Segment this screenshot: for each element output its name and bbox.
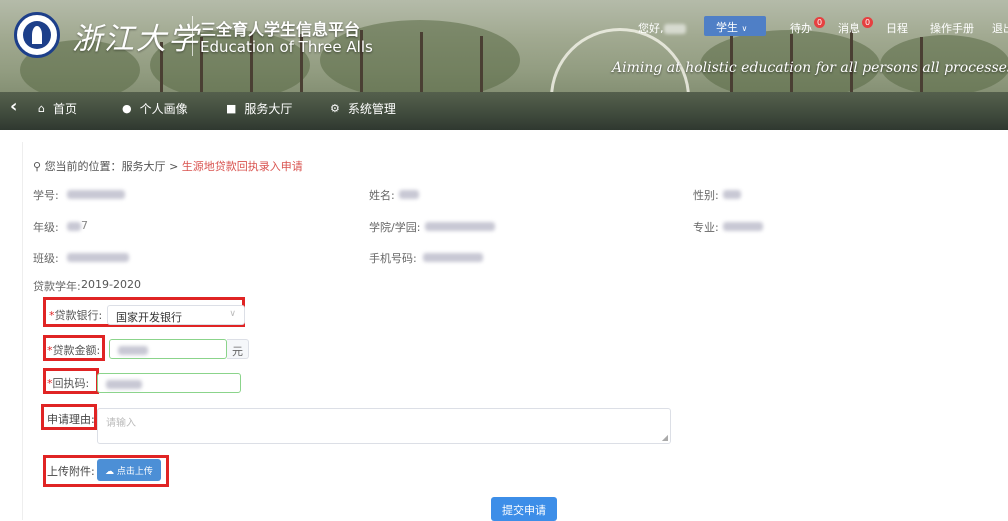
nav-item-profile[interactable]: ● 个人画像 [122,100,188,117]
bank-label: *贷款银行: [49,307,102,323]
breadcrumb-current: 生源地贷款回执录入申请 [181,160,303,173]
receipt-label: *回执码: [47,375,89,391]
bank-select-value: 国家开发银行 [116,311,182,324]
upload-button-label: 点击上传 [116,467,153,477]
phone-value [423,250,483,263]
receipt-label-text: 回执码: [52,377,90,390]
user-name-redacted [663,24,686,34]
role-select[interactable]: 学生 ∨ [704,16,766,36]
bank-select[interactable]: 国家开发银行 ∨ [107,305,245,325]
nav-item-service-hall[interactable]: ■ 服务大厅 [226,100,292,117]
page-header: 浙江大学 三全育人学生信息平台 Education of Three Alls … [0,0,1008,130]
reason-label: 申请理由: [47,413,95,426]
chevron-left-icon[interactable]: ‹ [10,96,17,117]
grade-label: 年级: [33,221,59,234]
nav-item-home[interactable]: ⌂ 首页 [38,100,77,117]
breadcrumb: ⚲ 您当前的位置：服务大厅 > 生源地贷款回执录入申请 [33,158,303,174]
upload-button[interactable]: ☁ 点击上传 [97,459,161,481]
amount-input[interactable] [109,339,227,359]
nav-item-label: 服务大厅 [244,102,293,116]
gender-label: 性别: [693,189,719,202]
cloud-upload-icon: ☁ [105,467,115,477]
breadcrumb-separator: > [169,160,179,173]
reason-textarea[interactable]: 请输入 ◢ [97,408,671,444]
name-value [399,187,419,200]
nav-item-label: 个人画像 [139,102,188,116]
logout-link[interactable]: 退出 [992,20,1008,36]
breadcrumb-prefix: 您当前的位置： [44,160,122,173]
todo-label: 待办 [790,22,812,35]
header-slogan: Aiming at holistic education for all per… [612,60,1008,76]
schedule-link[interactable]: 日程 [886,20,908,36]
college-label: 学院/学园: [369,221,421,234]
student-id-value [67,187,125,200]
reason-placeholder: 请输入 [106,418,136,429]
nav-item-label: 首页 [52,102,77,116]
messages-label: 消息 [838,22,860,35]
name-label: 姓名: [369,189,395,202]
greeting-text: 您好, [638,22,664,35]
amount-label: *贷款金额: [47,342,100,358]
gender-value [723,187,741,200]
loan-year-label: 贷款学年: [33,280,81,293]
greeting: 您好, [638,20,686,36]
bank-label-text: 贷款银行: [54,309,103,322]
location-pin-icon: ⚲ [33,160,42,173]
attach-label: 上传附件: [47,465,95,478]
nav-item-system[interactable]: ⚙ 系统管理 [330,100,396,117]
main-content: ⚲ 您当前的位置：服务大厅 > 生源地贷款回执录入申请 学号: 姓名: 性别: … [22,142,1008,521]
breadcrumb-parent[interactable]: 服务大厅 [122,160,166,173]
major-value [723,219,763,232]
todo-badge: 0 [814,16,825,28]
resize-handle-icon[interactable]: ◢ [662,433,668,442]
grade-value-digit: 7 [81,219,88,232]
amount-unit: 元 [227,339,249,359]
briefcase-icon: ■ [226,102,237,115]
submit-button[interactable]: 提交申请 [491,497,557,521]
nav-item-label: 系统管理 [347,102,396,116]
top-user-bar: 您好, 学生 ∨ 待办0 消息0 日程 操作手册 退出 [0,16,1008,40]
platform-subtitle: Education of Three Alls [200,38,373,56]
todo-link[interactable]: 待办 0 [790,16,825,36]
receipt-code-input[interactable] [97,373,241,393]
gears-icon: ⚙ [330,102,340,115]
chevron-down-icon: ∨ [229,309,236,319]
class-value [67,250,129,263]
grade-value: 7 [67,219,88,232]
user-icon: ● [122,102,132,115]
major-label: 专业: [693,221,719,234]
role-select-value: 学生 [716,21,738,34]
loan-year-value: 2019-2020 [81,278,141,291]
manual-link[interactable]: 操作手册 [930,20,974,36]
student-id-label: 学号: [33,189,59,202]
amount-label-text: 贷款金额: [52,344,101,357]
messages-link[interactable]: 消息 0 [838,16,873,36]
phone-label: 手机号码: [369,252,417,265]
main-nav: ‹ ⌂ 首页 ● 个人画像 ■ 服务大厅 ⚙ 系统管理 [0,96,1008,120]
chevron-down-icon: ∨ [741,24,748,33]
college-value [425,219,495,232]
messages-badge: 0 [862,16,873,28]
class-label: 班级: [33,252,59,265]
home-icon: ⌂ [38,102,45,115]
